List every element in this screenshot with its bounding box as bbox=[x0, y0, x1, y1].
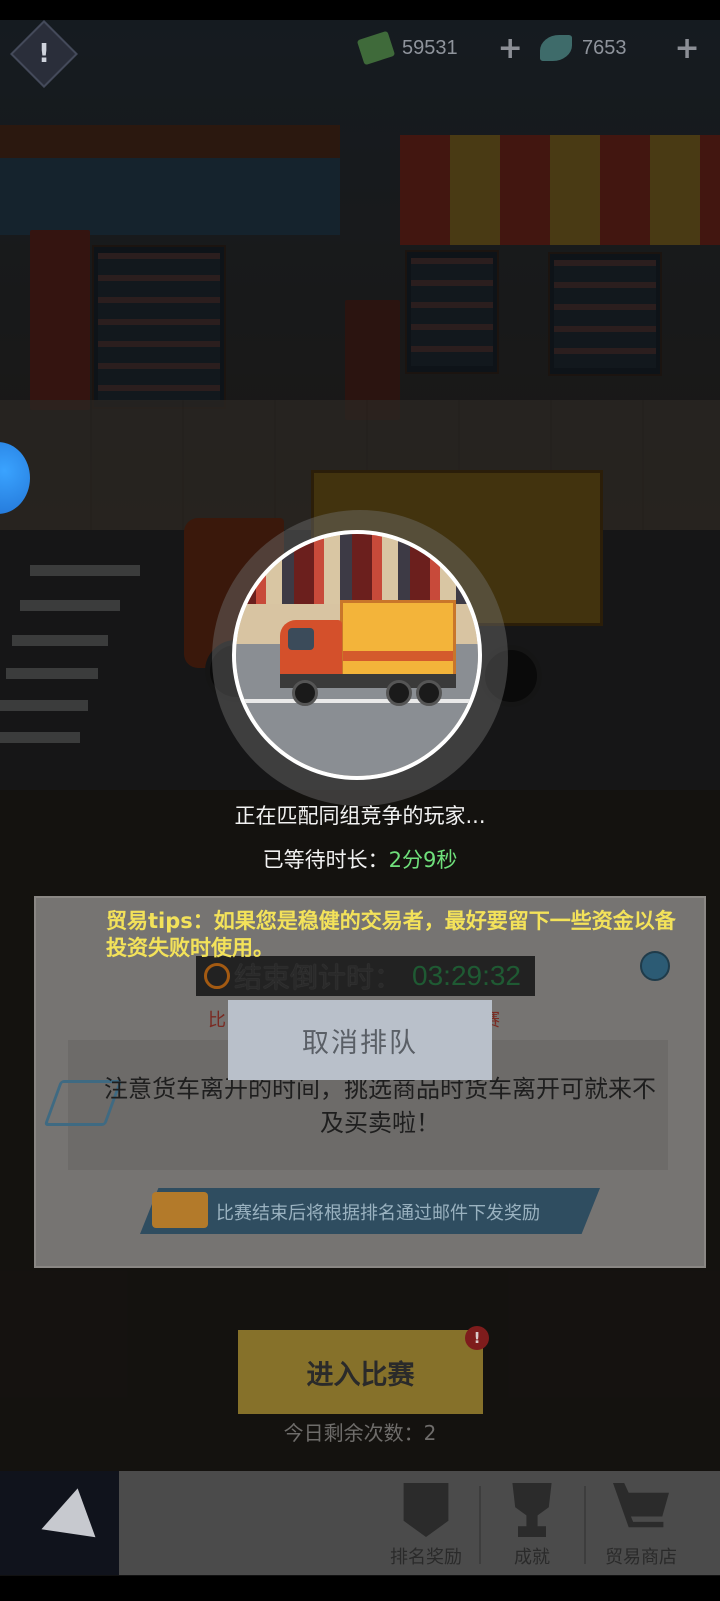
nav-achievements-label: 成就 bbox=[514, 1547, 550, 1568]
game-screen: ! 59531 + 7653 + 结束倒计时： 03:29:32 比 赛 注意货… bbox=[0, 0, 720, 1601]
truck-icon bbox=[152, 1192, 208, 1228]
back-button[interactable] bbox=[0, 1471, 119, 1575]
add-gem-button[interactable]: + bbox=[675, 31, 700, 66]
add-cash-button[interactable]: + bbox=[498, 31, 523, 66]
bottom-black-bar bbox=[0, 1576, 720, 1601]
countdown-box: 结束倒计时： 03:29:32 bbox=[196, 956, 536, 996]
gem-value: 7653 bbox=[582, 36, 627, 59]
countdown-label: 结束倒计时： bbox=[234, 961, 403, 994]
cash-icon bbox=[356, 30, 396, 66]
wait-time-label: 已等待时长： bbox=[262, 848, 389, 872]
nav-rank-reward[interactable]: 排名奖励 bbox=[380, 1471, 472, 1575]
cash-value: 59531 bbox=[402, 36, 458, 59]
nav-achievements[interactable]: 成就 bbox=[486, 1471, 578, 1575]
exclamation-icon: ! bbox=[38, 39, 50, 69]
wait-time-row: 已等待时长：2分9秒 bbox=[0, 844, 720, 874]
cash-counter: 59531 + bbox=[356, 30, 523, 66]
gem-counter: 7653 + bbox=[540, 30, 700, 66]
wait-time-value: 2分9秒 bbox=[388, 848, 458, 872]
event-subtitle-start: 比 bbox=[208, 1010, 226, 1031]
rank-reward-icon bbox=[403, 1483, 449, 1537]
cancel-queue-button[interactable]: 取消排队 bbox=[228, 1000, 492, 1080]
matching-status-text: 正在匹配同组竞争的玩家... bbox=[234, 804, 486, 828]
top-black-bar bbox=[0, 0, 720, 20]
trade-tips-text: 贸易tips：如果您是稳健的交易者，最好要留下一些资金以备投资失败时使用。 bbox=[106, 909, 676, 960]
feather-currency-icon bbox=[540, 35, 572, 61]
nav-rank-reward-label: 排名奖励 bbox=[390, 1547, 462, 1568]
truck-notice-text: 注意货车离开的时间，挑选商品时货车离开可就来不及买卖啦！ bbox=[104, 1075, 656, 1137]
reward-info-text: 比赛结束后将根据排名通过邮件下发奖励 bbox=[216, 1203, 540, 1224]
shopping-cart-icon bbox=[613, 1483, 669, 1528]
enter-match-button[interactable]: 进入比赛 bbox=[238, 1330, 483, 1414]
trophy-icon bbox=[512, 1483, 552, 1537]
countdown-value: 03:29:32 bbox=[412, 960, 522, 991]
clock-icon bbox=[204, 963, 230, 989]
notification-badge: ! bbox=[465, 1326, 489, 1350]
back-arrow-icon bbox=[32, 1488, 96, 1554]
truck-illustration bbox=[232, 530, 482, 780]
nav-trade-shop[interactable]: 贸易商店 bbox=[592, 1471, 690, 1575]
nav-trade-shop-label: 贸易商店 bbox=[605, 1547, 677, 1568]
remaining-attempts-text: 今日剩余次数：2 bbox=[283, 1421, 437, 1445]
